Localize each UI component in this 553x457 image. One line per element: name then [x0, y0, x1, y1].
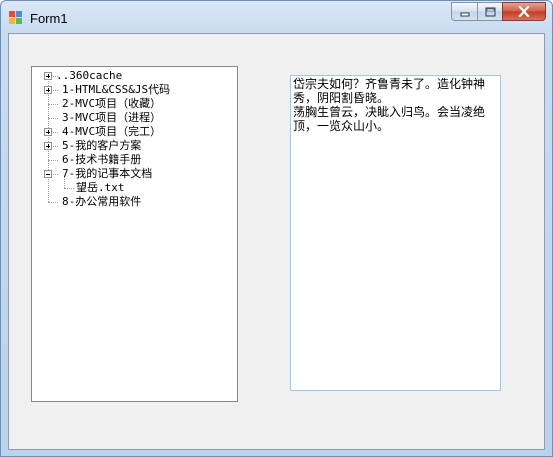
- window-controls: [451, 2, 546, 21]
- close-button[interactable]: [502, 2, 546, 21]
- tree-connector: [48, 104, 58, 105]
- tree-node-label: 望岳.txt: [76, 181, 125, 194]
- tree-child-connector: [64, 188, 74, 189]
- maximize-icon: [485, 7, 495, 16]
- expand-plus-icon[interactable]: [44, 142, 52, 150]
- tree-child-node[interactable]: 望岳.txt: [32, 177, 237, 195]
- tree-child-line: [64, 177, 65, 188]
- tree-node-label: 6-技术书籍手册: [62, 153, 142, 166]
- form-client-area: ..360cache 1-HTML&CSS&JS代码 2-MVC项目（收藏） 3-MV…: [8, 33, 545, 450]
- tree-connector: [48, 160, 58, 161]
- tree-node-label: 1-HTML&CSS&JS代码: [62, 83, 171, 96]
- winforms-app-icon: [9, 11, 23, 25]
- title-bar[interactable]: Form1: [1, 1, 552, 33]
- tree-node[interactable]: 4-MVC项目（完工）: [32, 125, 237, 139]
- tree-node[interactable]: 5-我的客户方案: [32, 139, 237, 153]
- tree-node-label: 5-我的客户方案: [62, 139, 142, 152]
- tree-node[interactable]: 6-技术书籍手册: [32, 153, 237, 167]
- expand-plus-icon[interactable]: [44, 86, 52, 94]
- tree-node-label: 2-MVC项目（收藏）: [62, 97, 162, 110]
- tree-node-label: 3-MVC项目（进程）: [62, 111, 162, 124]
- maximize-button[interactable]: [477, 2, 502, 21]
- tree-node-label: ..360cache: [56, 69, 123, 82]
- tree-node-label: 8-办公常用软件: [62, 195, 142, 208]
- window-title: Form1: [30, 11, 68, 26]
- poem-textbox[interactable]: 岱宗夫如何？齐鲁青未了。造化钟神秀，阴阳割昏晓。 荡胸生曾云，决眦入归鸟。会当凌…: [290, 75, 501, 391]
- tree-node-label: 4-MVC项目（完工）: [62, 125, 162, 138]
- tree-connector: [48, 202, 58, 203]
- tree-node[interactable]: 8-办公常用软件: [32, 195, 237, 209]
- folder-tree-view[interactable]: ..360cache 1-HTML&CSS&JS代码 2-MVC项目（收藏） 3-MV…: [31, 66, 238, 402]
- form1-window: Form1 ..360cache 1-HTML&CSS&JS代码 2-MVC项目（: [0, 0, 553, 457]
- minimize-icon: [460, 12, 469, 16]
- minimize-button[interactable]: [451, 2, 477, 21]
- tree-connector: [48, 118, 58, 119]
- tree-node[interactable]: 3-MVC项目（进程）: [32, 111, 237, 125]
- tree-node[interactable]: 7-我的记事本文档: [32, 167, 237, 181]
- tree-node[interactable]: 1-HTML&CSS&JS代码: [32, 83, 237, 97]
- tree-node-label: 7-我的记事本文档: [62, 167, 153, 180]
- expand-plus-icon[interactable]: [44, 128, 52, 136]
- tree-node[interactable]: 2-MVC项目（收藏）: [32, 97, 237, 111]
- collapse-minus-icon[interactable]: [44, 170, 52, 178]
- expand-plus-icon[interactable]: [44, 72, 52, 80]
- close-icon: [518, 6, 530, 17]
- tree-node[interactable]: ..360cache: [32, 69, 237, 83]
